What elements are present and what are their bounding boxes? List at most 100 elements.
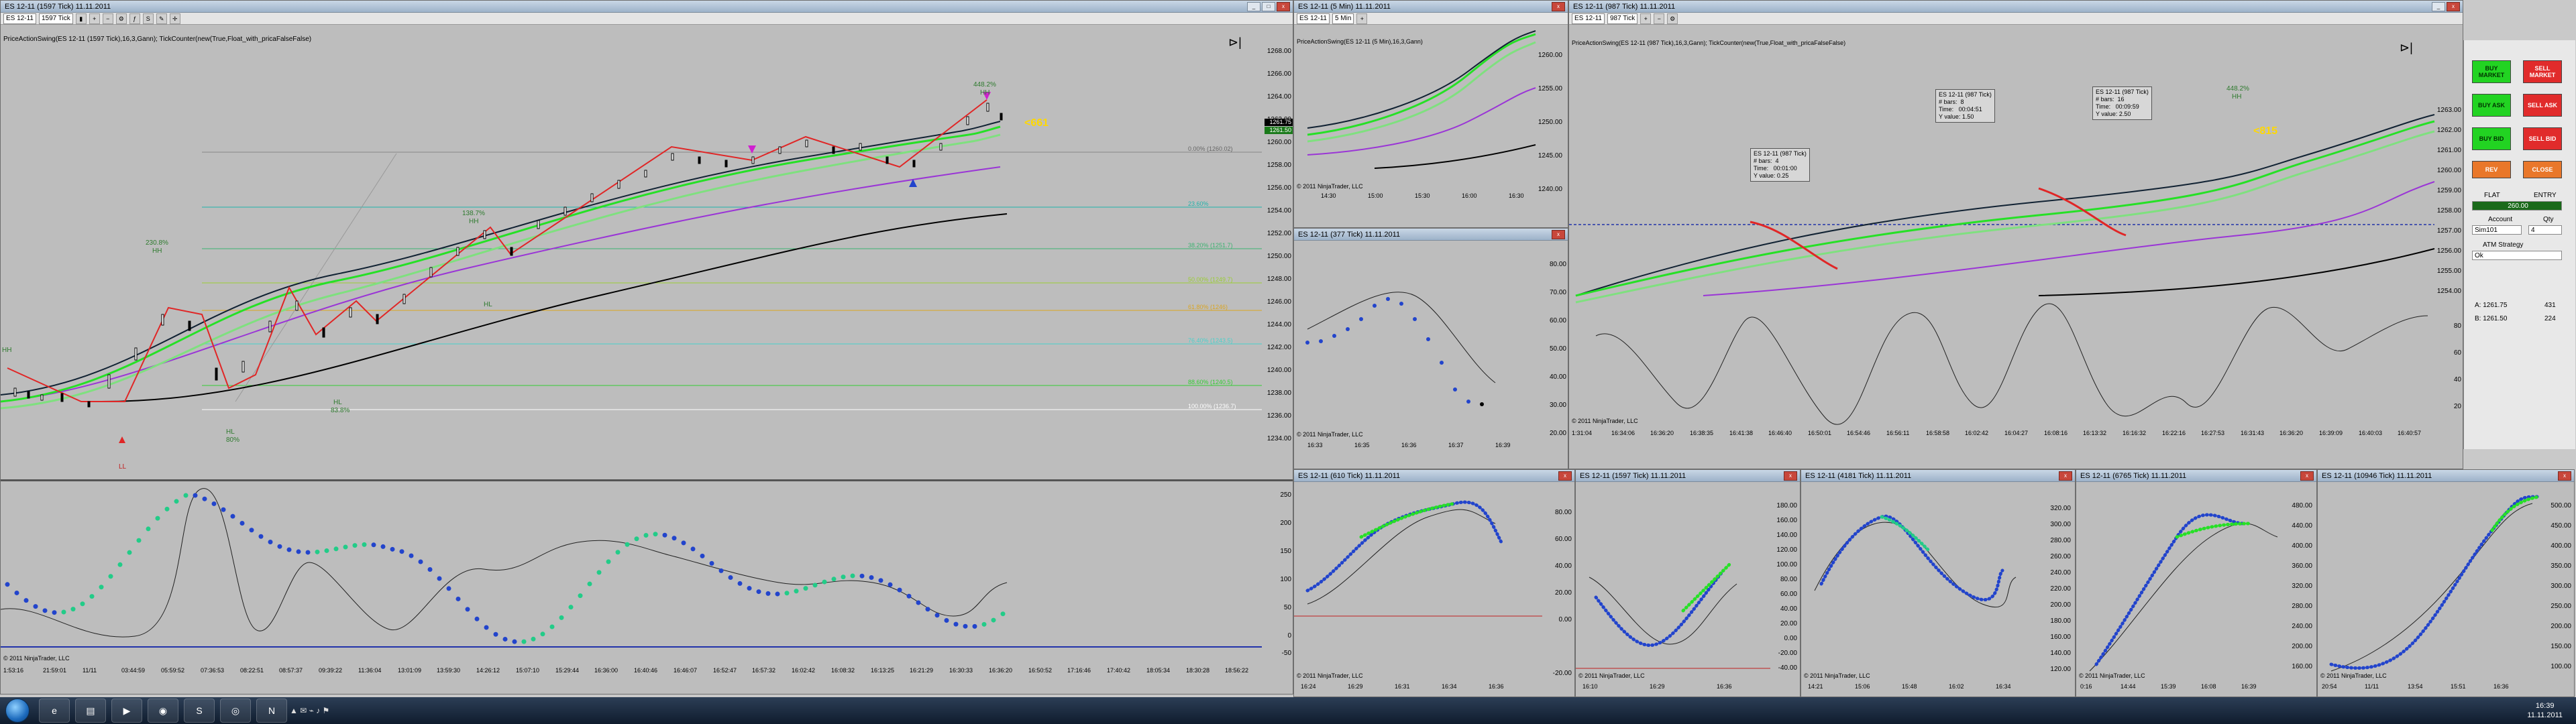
swing-label-pct-5: 448.2% (973, 81, 996, 88)
account-select[interactable]: Sim101 (2472, 225, 2522, 235)
time-tick: 11:36:04 (358, 667, 382, 674)
main-chart-titlebar[interactable]: ES 12-11 (1597 Tick) 11.11.2011 _ □ x (1, 1, 1293, 13)
indicator-icon[interactable]: ƒ (129, 13, 140, 24)
strategy-icon[interactable]: S (142, 13, 154, 24)
time-tick: 16:33 (1307, 442, 1323, 448)
reverse-button[interactable]: REV (2472, 161, 2511, 178)
atm-strategy-select[interactable]: Ok (2472, 251, 2562, 260)
green-band-2 (1, 133, 1001, 410)
minimize-button[interactable]: _ (1247, 1, 1260, 11)
oscillator-dot (662, 532, 667, 538)
media-player-icon[interactable]: ▶ (111, 699, 142, 723)
osc-tick: 20 (2453, 403, 2461, 410)
osc-tick: 60 (2453, 349, 2461, 357)
value-tick: 30.00 (1549, 402, 1566, 409)
instrument-selector[interactable]: ES 12-11 (3, 13, 36, 24)
position-value: 260.00 (2472, 201, 2562, 210)
bar-type-icon[interactable]: ▮ (75, 13, 87, 24)
oscillator-dot (709, 560, 714, 566)
time-tick: 16:40:03 (2359, 430, 2383, 436)
properties-icon[interactable]: ⚙ (115, 13, 127, 24)
crosshair-icon[interactable]: ✛ (169, 13, 180, 24)
price-tick: 1250.00 (1538, 119, 1562, 126)
quantity-input[interactable]: 4 (2528, 225, 2562, 235)
firefox-icon[interactable]: ◉ (148, 699, 178, 723)
main-chart-window: ES 12-11 (1597 Tick) 11.11.2011 _ □ x ES… (0, 0, 1293, 695)
sell-ask-button[interactable]: SELL ASK (2523, 94, 2562, 117)
oscillator-dot (286, 547, 292, 552)
oscillator-dot (89, 594, 95, 599)
start-button[interactable] (5, 699, 30, 723)
time-axis[interactable]: 1:53:16 21:59:01 11/11 03:44:59 05:59:52 07:3… (1, 667, 1262, 676)
time-tick: 15:51 (2451, 683, 2466, 690)
panel-divider[interactable] (1, 479, 1293, 481)
oscillator-dot (878, 578, 883, 583)
chart-987-svg (1569, 114, 2435, 425)
time-tick: 07:36:53 (201, 667, 225, 674)
time-tick: 13:01:09 (398, 667, 422, 674)
oscillator-dot (643, 533, 649, 538)
fib-label-88: 88.60% (1240.5) (1188, 379, 1233, 385)
interval-selector[interactable]: 1597 Tick (38, 13, 73, 24)
oscillator-dot (80, 601, 85, 607)
swing-label-pct-3: 80% (226, 436, 240, 444)
price-axis[interactable]: 1268.00 1266.00 1264.00 1262.00 1260.00 … (1265, 26, 1293, 479)
close-position-button[interactable]: CLOSE (2523, 161, 2562, 178)
price-scroll-icon[interactable]: ⊳| (2400, 41, 2413, 55)
window-title: ES 12-11 (1597 Tick) 11.11.2011 (5, 2, 111, 11)
system-tray-icons[interactable]: ▲ ✉ ⌁ ♪ ⚑ (290, 706, 329, 715)
sell-bid-button[interactable]: SELL BID (2523, 127, 2562, 150)
skype-icon[interactable]: S (184, 699, 215, 723)
oscillator-dot (324, 548, 329, 553)
close-button[interactable]: x (1277, 1, 1290, 11)
price-panel[interactable]: HH 230.8% HH 138.7% HH HL HL 80% HL 83.8… (1, 26, 1293, 479)
price-tick: 1254.00 (1267, 207, 1291, 215)
value-tick: 480.00 (2292, 502, 2312, 509)
value-axis: 500.00 450.00 400.00 350.00 300.00 250.0… (2544, 482, 2574, 683)
draw-icon[interactable]: ✎ (156, 13, 167, 24)
oscillator-dot (587, 581, 592, 587)
oscillator-dot (728, 575, 733, 581)
buy-ask-button[interactable]: BUY ASK (2472, 94, 2511, 117)
value-tick: 400.00 (2551, 542, 2571, 550)
sell-market-button[interactable]: SELL MARKET (2523, 60, 2562, 83)
oscillator-dot (934, 613, 940, 618)
buy-bid-button[interactable]: BUY BID (2472, 127, 2511, 150)
swing-label-hl-2: HL (226, 428, 235, 436)
zoom-in-icon[interactable]: + (89, 13, 100, 24)
time-tick: 15:39 (2161, 683, 2176, 690)
time-tick: 16:39 (1495, 442, 1511, 448)
osc-tick: 250 (1280, 491, 1291, 499)
oscillator-panel[interactable] (1, 482, 1262, 658)
tooltip-2: ES 12-11 (987 Tick) # bars: 16 Time: 00:… (2092, 86, 2152, 120)
time-tick: 16:54:46 (1847, 430, 1871, 436)
buy-market-button[interactable]: BUY MARKET (2472, 60, 2511, 83)
price-scroll-icon[interactable]: ⊳| (1228, 36, 1242, 50)
folder-icon[interactable]: ▤ (75, 699, 106, 723)
time-tick: 16:34:06 (1611, 430, 1635, 436)
ninjatrader-icon[interactable]: N (256, 699, 287, 723)
internet-explorer-icon[interactable]: e (39, 699, 70, 723)
maximize-button[interactable]: □ (1262, 1, 1275, 11)
time-tick: 16:56:11 (1886, 430, 1910, 436)
osc-tick: 50 (1283, 604, 1291, 611)
oscillator-dot (427, 567, 433, 572)
value-tick: 200.00 (2292, 643, 2312, 650)
price-tick: 1261.00 (2436, 147, 2461, 154)
oscillator-dot (380, 544, 386, 549)
oscillator-dot (371, 542, 376, 548)
taskbar-clock[interactable]: 16:39 11.11.2011 (2527, 701, 2576, 720)
time-tick: 17:16:46 (1067, 667, 1091, 674)
long-ma-line (101, 213, 1008, 402)
price-tick: 1250.00 (1267, 253, 1291, 260)
value-tick: 100.00 (2551, 663, 2571, 670)
zoom-out-icon[interactable]: − (102, 13, 113, 24)
time-tick: 15:07:10 (516, 667, 540, 674)
value-tick: 40.00 (1549, 373, 1566, 381)
value-tick: 80.00 (1554, 509, 1572, 516)
app-icon[interactable]: ◎ (220, 699, 251, 723)
oscillator-dot (737, 581, 743, 586)
time-tick: 16:34 (1442, 683, 1457, 690)
value-axis: 80.00 70.00 60.00 50.00 40.00 30.00 20.0… (1540, 241, 1568, 442)
oscillator-dot (70, 607, 76, 612)
